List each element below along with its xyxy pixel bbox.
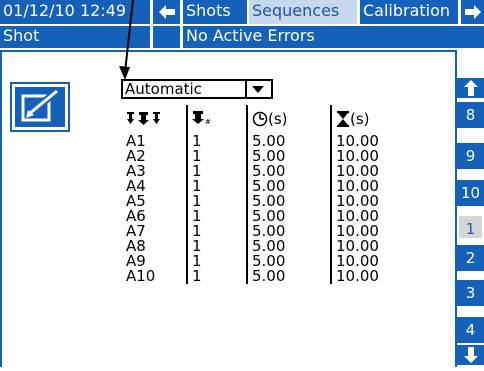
side-nav-item-2[interactable]: 2 [457,245,484,271]
table-row[interactable]: A10 1 5.00 10.00 [122,269,408,284]
side-nav-item-8[interactable]: 8 [457,102,484,128]
header-sequence [122,105,187,134]
side-nav-item-3[interactable]: 3 [457,280,484,306]
tab-shots[interactable]: Shots [183,0,247,24]
clock-icon [252,111,268,127]
tab-sequences-label: Sequences [252,1,340,20]
cell-duration: 10.00 [330,269,408,284]
dropdown-button[interactable] [245,81,271,97]
side-nav: 8 9 10 1 2 3 4 [457,52,484,367]
header-gun-count: # [186,105,247,134]
hourglass-icon [337,111,349,127]
cell-sequence: A10 [126,267,156,285]
side-nav-item-10[interactable]: 10 [457,180,484,206]
scroll-down-button[interactable] [457,345,484,365]
tab-calibration[interactable]: Calibration [360,0,458,24]
mode-text: Shot [3,26,40,45]
tab-sequences[interactable]: Sequences [249,0,357,24]
arrow-down-icon [463,347,478,363]
cell-gun-count: 1 [186,269,247,284]
error-status-bar: No Active Errors [183,26,484,48]
duration-unit: (s) [350,110,370,128]
arrow-up-icon [463,80,478,96]
side-nav-item-9[interactable]: 9 [457,143,484,169]
chevron-down-icon [252,86,264,93]
date-time-text: 01/12/10 12:49 [3,1,127,20]
cell-time: 5.00 [246,269,331,284]
header-time: (s) [246,105,331,134]
scroll-up-button[interactable] [457,78,484,98]
error-status-text: No Active Errors [186,26,315,45]
svg-text:#: # [205,118,211,125]
mode-dropdown-value: Automatic [125,80,202,98]
header-duration: (s) [330,105,408,134]
tab-shots-label: Shots [186,1,231,20]
arrow-left-icon [158,5,175,19]
mode-dropdown[interactable]: Automatic [121,79,273,99]
table-header-row: # (s) (s) [122,105,408,134]
side-nav-item-4[interactable]: 4 [457,317,484,343]
tab-calibration-label: Calibration [363,1,451,20]
time-unit: (s) [268,110,288,128]
edit-button[interactable] [10,82,70,132]
side-nav-item-1[interactable]: 1 [457,214,484,240]
status-indicator-blank [153,26,180,48]
pointer-arrow-icon [119,0,134,80]
sequence-table: # (s) (s) A1 1 5.00 10.00 A2 1 5.00 10.00 A3 [122,105,408,284]
nav-left-button[interactable] [153,0,180,24]
guns-icon [127,112,160,125]
nav-right-button[interactable] [461,0,484,24]
arrow-right-icon [464,5,481,19]
edit-icon [21,88,60,122]
gun-count-icon: # [192,111,211,126]
table-body: A1 1 5.00 10.00 A2 1 5.00 10.00 A3 1 5.00 10.00 A4 1 5… [122,134,408,284]
